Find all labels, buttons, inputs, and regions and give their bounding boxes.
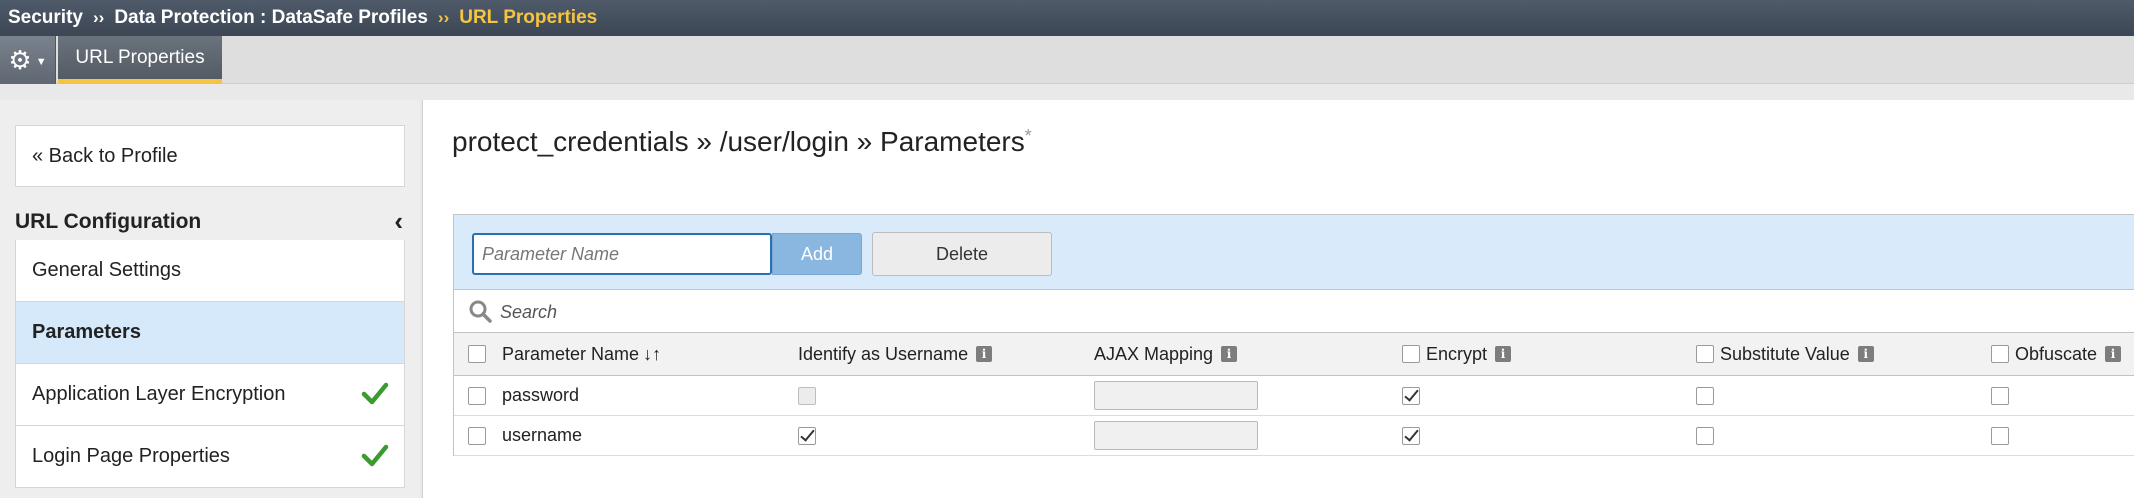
column-header-substitute-value: Substitute Value i bbox=[1696, 333, 1874, 375]
search-bar bbox=[453, 289, 2134, 333]
sidebar-item-label: Parameters bbox=[32, 321, 141, 343]
sidebar-item-label: Application Layer Encryption bbox=[32, 383, 286, 405]
obfuscate-all-checkbox[interactable] bbox=[1991, 345, 2009, 363]
column-label: Encrypt bbox=[1426, 343, 1488, 364]
column-header-encrypt: Encrypt i bbox=[1402, 333, 1512, 375]
sidebar-item-login-page-properties[interactable]: Login Page Properties bbox=[15, 426, 405, 488]
substitute-value-checkbox[interactable] bbox=[1696, 386, 1714, 405]
column-label: Identify as Username bbox=[798, 343, 969, 364]
main-panel: protect_credentials » /user/login » Para… bbox=[422, 100, 2134, 498]
obfuscate-checkbox[interactable] bbox=[1991, 426, 2009, 445]
sort-icon[interactable]: ↓↑ bbox=[643, 344, 661, 365]
unsaved-asterisk: * bbox=[1024, 126, 1032, 146]
substitute-value-checkbox[interactable] bbox=[1696, 426, 1714, 445]
page-title: protect_credentials » /user/login » Para… bbox=[452, 126, 1032, 158]
search-icon bbox=[469, 300, 492, 323]
delete-button[interactable]: Delete bbox=[872, 232, 1052, 276]
column-label: Obfuscate bbox=[2015, 343, 2098, 364]
select-all-checkbox[interactable] bbox=[468, 345, 486, 363]
gear-icon: ⚙ bbox=[8, 45, 32, 75]
table-header: Parameter Name ↓↑ Identify as Username i… bbox=[454, 333, 2134, 376]
search-input[interactable] bbox=[500, 298, 900, 326]
encrypt-checkbox[interactable] bbox=[1402, 426, 1420, 445]
add-button[interactable]: Add bbox=[772, 233, 862, 275]
column-header-parameter-name[interactable]: Parameter Name ↓↑ bbox=[502, 333, 661, 375]
sidebar-item-application-layer-encryption[interactable]: Application Layer Encryption bbox=[15, 364, 405, 426]
info-icon[interactable]: i bbox=[1221, 346, 1238, 362]
obfuscate-checkbox[interactable] bbox=[1991, 386, 2009, 405]
row-select-checkbox[interactable] bbox=[468, 386, 486, 405]
parameters-table: Parameter Name ↓↑ Identify as Username i… bbox=[453, 333, 2134, 456]
encrypt-all-checkbox[interactable] bbox=[1402, 345, 1420, 363]
identify-as-username-checkbox bbox=[798, 386, 816, 405]
substitute-all-checkbox[interactable] bbox=[1696, 345, 1714, 363]
column-label: AJAX Mapping bbox=[1094, 343, 1214, 364]
column-label: Substitute Value bbox=[1720, 343, 1850, 364]
chevron-down-icon: ▼ bbox=[35, 56, 47, 68]
table-row: username bbox=[454, 416, 2134, 456]
sidebar: « Back to Profile URL Configuration ‹ Ge… bbox=[0, 100, 420, 498]
ajax-mapping-field[interactable] bbox=[1094, 421, 1258, 450]
breadcrumb-separator: ›› bbox=[92, 8, 105, 27]
checkmark-icon bbox=[361, 382, 389, 405]
encrypt-checkbox[interactable] bbox=[1402, 386, 1420, 405]
gear-menu-button[interactable]: ⚙ ▼ bbox=[0, 36, 56, 84]
sidebar-item-label: General Settings bbox=[32, 259, 181, 281]
breadcrumb: Security ›› Data Protection : DataSafe P… bbox=[0, 0, 2134, 36]
sidebar-item-label: Login Page Properties bbox=[32, 445, 230, 467]
identify-as-username-checkbox[interactable] bbox=[798, 426, 816, 445]
page-title-text: protect_credentials » /user/login » Para… bbox=[452, 126, 1025, 157]
info-icon[interactable]: i bbox=[1857, 346, 1874, 362]
row-select-checkbox[interactable] bbox=[468, 426, 486, 445]
ajax-mapping-field[interactable] bbox=[1094, 381, 1258, 410]
chevron-left-icon[interactable]: ‹ bbox=[394, 208, 403, 234]
url-configuration-heading: URL Configuration ‹ bbox=[15, 204, 405, 240]
sidebar-nav: General Settings Parameters Application … bbox=[15, 240, 405, 488]
tab-url-properties[interactable]: URL Properties bbox=[58, 36, 222, 84]
parameter-toolbar: Add Delete bbox=[453, 214, 2134, 289]
tab-bar: ⚙ ▼ URL Properties bbox=[0, 36, 2134, 84]
info-icon[interactable]: i bbox=[976, 346, 993, 362]
column-header-ajax-mapping: AJAX Mapping i bbox=[1094, 333, 1238, 375]
column-header-identify-as-username: Identify as Username i bbox=[798, 333, 993, 375]
parameter-name-cell: username bbox=[502, 425, 583, 445]
table-row: password bbox=[454, 376, 2134, 416]
column-header-obfuscate: Obfuscate i bbox=[1991, 333, 2122, 375]
breadcrumb-separator: ›› bbox=[437, 8, 450, 27]
parameter-name-input[interactable] bbox=[472, 233, 772, 275]
breadcrumb-item-current: URL Properties bbox=[459, 7, 598, 28]
section-title: URL Configuration bbox=[15, 210, 202, 233]
back-to-profile-link[interactable]: « Back to Profile bbox=[15, 125, 405, 187]
breadcrumb-item-datasafe-profiles[interactable]: Data Protection : DataSafe Profiles bbox=[114, 7, 428, 29]
sidebar-item-parameters[interactable]: Parameters bbox=[15, 302, 405, 364]
column-label: Parameter Name bbox=[502, 343, 640, 364]
checkmark-icon bbox=[361, 444, 389, 467]
sidebar-item-general-settings[interactable]: General Settings bbox=[15, 240, 405, 302]
info-icon[interactable]: i bbox=[1495, 346, 1512, 362]
select-all-cell bbox=[468, 333, 486, 375]
breadcrumb-item-security[interactable]: Security bbox=[8, 7, 83, 29]
info-icon[interactable]: i bbox=[2105, 346, 2122, 362]
parameter-name-cell: password bbox=[502, 385, 580, 405]
